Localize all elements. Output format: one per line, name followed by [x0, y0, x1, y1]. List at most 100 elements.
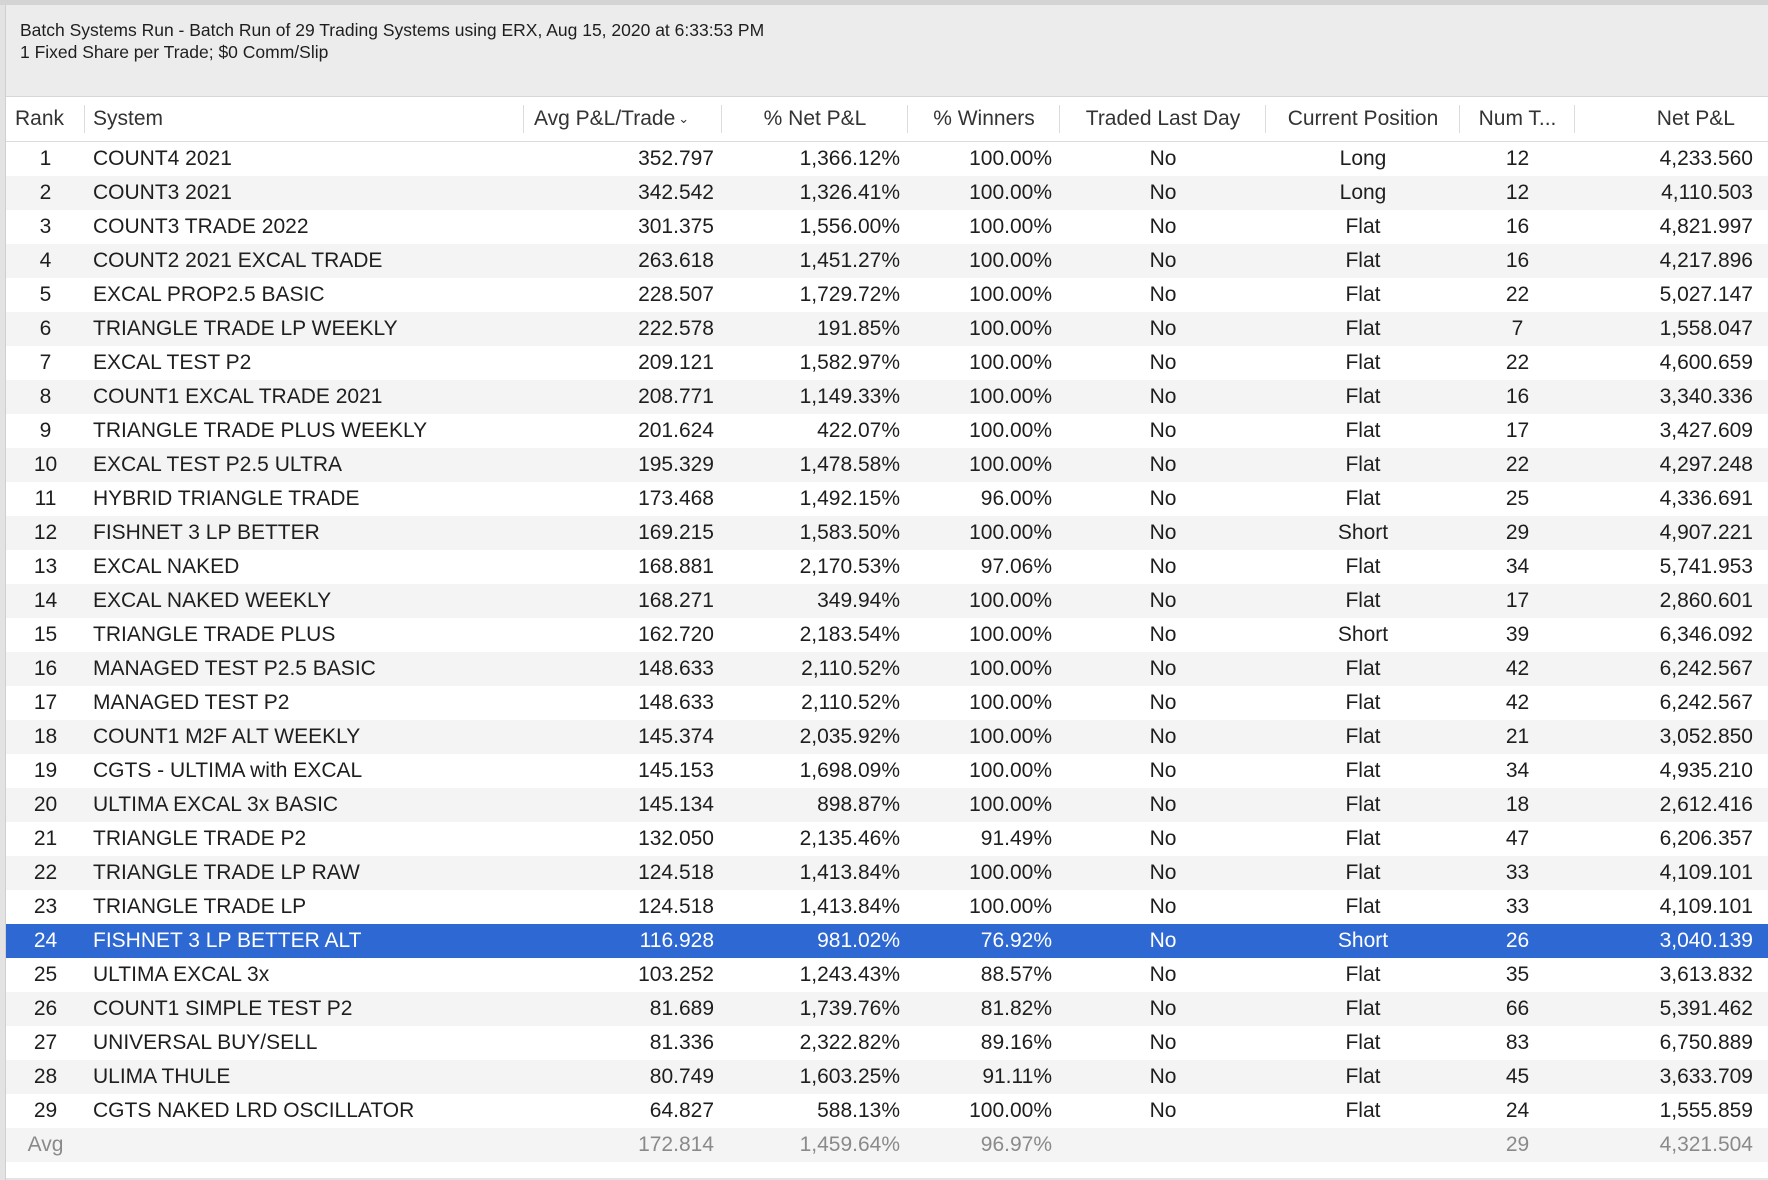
table-row[interactable]: 14 EXCAL NAKED WEEKLY 168.271 349.94% 100.00…: [6, 584, 1768, 618]
cell-current-position: Flat: [1345, 827, 1381, 850]
cell-net-pnl: 3,613.832: [1659, 963, 1753, 986]
table-row[interactable]: 26 COUNT1 SIMPLE TEST P2 81.689 1,739.76% 81…: [6, 992, 1768, 1026]
cell-num-trades: 35: [1505, 963, 1530, 986]
table-row[interactable]: 11 HYBRID TRIANGLE TRADE 173.468 1,492.15% 9…: [6, 482, 1768, 516]
column-header-pct-winners[interactable]: % Winners: [908, 97, 1060, 141]
cell-net-pnl: 4,217.896: [1659, 249, 1753, 272]
cell-pct-winners: 100.00%: [969, 691, 1052, 714]
table-row[interactable]: 8 COUNT1 EXCAL TRADE 2021 208.771 1,149.33%…: [6, 380, 1768, 414]
cell-traded-last-day: No: [1149, 623, 1177, 646]
cell-pct-net-pnl: 2,110.52%: [801, 657, 900, 680]
column-header-traded-last-day[interactable]: Traded Last Day: [1060, 97, 1266, 141]
table-row[interactable]: 3 COUNT3 TRADE 2022 301.375 1,556.00% 100.00…: [6, 210, 1768, 244]
cell-rank: 17: [33, 691, 58, 714]
cell-rank: 20: [33, 793, 58, 816]
cell-pct-net-pnl: 1,451.27%: [799, 249, 900, 272]
cell-current-position: Flat: [1345, 419, 1381, 442]
cell-rank: 27: [33, 1031, 58, 1054]
cell-avg-pnl-trade: 169.215: [638, 521, 714, 544]
table-row[interactable]: 17 MANAGED TEST P2 148.633 2,110.52% 100.00%…: [6, 686, 1768, 720]
cell-net-pnl: 3,040.139: [1659, 929, 1753, 952]
table-row[interactable]: 2 COUNT3 2021 342.542 1,326.41% 100.00% No Lon…: [6, 176, 1768, 210]
table-row[interactable]: 1 COUNT4 2021 352.797 1,366.12% 100.00% No Lon…: [6, 142, 1768, 176]
table-row[interactable]: 4 COUNT2 2021 EXCAL TRADE 263.618 1,451.27%…: [6, 244, 1768, 278]
column-header-net-pnl[interactable]: Net P&L: [1575, 97, 1761, 141]
table-row[interactable]: 29 CGTS NAKED LRD OSCILLATOR 64.827 588.13%…: [6, 1094, 1768, 1128]
table-row[interactable]: 5 EXCAL PROP2.5 BASIC 228.507 1,729.72% 100.…: [6, 278, 1768, 312]
cell-rank: 6: [39, 317, 52, 340]
table-row[interactable]: 20 ULTIMA EXCAL 3x BASIC 145.134 898.87% 100…: [6, 788, 1768, 822]
cell-rank: 29: [33, 1099, 58, 1122]
column-header-avg-pnl-trade[interactable]: Avg P&L/Trade ⌄: [524, 97, 722, 141]
cell-current-position: Flat: [1345, 487, 1381, 510]
table-row[interactable]: 21 TRIANGLE TRADE P2 132.050 2,135.46% 91.49…: [6, 822, 1768, 856]
cell-avg-pnl-trade: 162.720: [638, 623, 714, 646]
table-row[interactable]: 12 FISHNET 3 LP BETTER 169.215 1,583.50% 100…: [6, 516, 1768, 550]
cell-current-position: Short: [1337, 929, 1389, 952]
cell-pct-winners: 100.00%: [969, 283, 1052, 306]
cell-current-position: Short: [1337, 521, 1389, 544]
cell-rank: 21: [33, 827, 58, 850]
cell-avg-pnl-trade: 145.134: [638, 793, 714, 816]
column-header-label: Current Position: [1287, 107, 1439, 130]
table-row[interactable]: 6 TRIANGLE TRADE LP WEEKLY 222.578 191.85% 1…: [6, 312, 1768, 346]
cell-pct-net-pnl: 191.85%: [817, 317, 900, 340]
cell-pct-winners: 91.49%: [980, 827, 1052, 850]
cell-num-trades: 16: [1505, 215, 1530, 238]
table-row[interactable]: 22 TRIANGLE TRADE LP RAW 124.518 1,413.84% 1…: [6, 856, 1768, 890]
cell-system: FISHNET 3 LP BETTER ALT: [93, 929, 362, 952]
table-row[interactable]: 19 CGTS - ULTIMA with EXCAL 145.153 1,698.0…: [6, 754, 1768, 788]
table-row[interactable]: 7 EXCAL TEST P2 209.121 1,582.97% 100.00% No F…: [6, 346, 1768, 380]
column-header-pct-net-pnl[interactable]: % Net P&L: [722, 97, 908, 141]
cell-num-trades: 18: [1505, 793, 1530, 816]
cell-traded-last-day: No: [1149, 555, 1177, 578]
cell-pct-winners: 100.00%: [969, 725, 1052, 748]
cell-net-pnl: 4,600.659: [1659, 351, 1753, 374]
table-row[interactable]: 13 EXCAL NAKED 168.881 2,170.53% 97.06% No Fla…: [6, 550, 1768, 584]
cell-num-trades: 42: [1505, 657, 1530, 680]
cell-traded-last-day: No: [1149, 861, 1177, 884]
column-header-num-trades[interactable]: Num T...: [1460, 97, 1575, 141]
table-row[interactable]: 10 EXCAL TEST P2.5 ULTRA 195.329 1,478.58% 1…: [6, 448, 1768, 482]
cell-pct-winners: 100.00%: [969, 1099, 1052, 1122]
cell-traded-last-day: No: [1149, 283, 1177, 306]
table-row[interactable]: 9 TRIANGLE TRADE PLUS WEEKLY 201.624 422.07…: [6, 414, 1768, 448]
cell-avg-pnl-trade: 148.633: [638, 691, 714, 714]
cell-traded-last-day: No: [1149, 793, 1177, 816]
cell-traded-last-day: No: [1149, 453, 1177, 476]
column-header-rank[interactable]: Rank: [6, 97, 85, 141]
cell-pct-net-pnl: 898.87%: [817, 793, 900, 816]
column-header-system[interactable]: System: [85, 97, 524, 141]
cell-current-position: Short: [1337, 623, 1389, 646]
cell-avg-pnl-trade: 263.618: [638, 249, 714, 272]
cell-rank: 9: [39, 419, 52, 442]
cell-current-position: Flat: [1345, 793, 1381, 816]
cell-num-trades: 47: [1505, 827, 1530, 850]
cell-traded-last-day: No: [1149, 895, 1177, 918]
cell-pct-winners: 100.00%: [969, 351, 1052, 374]
table-row[interactable]: 15 TRIANGLE TRADE PLUS 162.720 2,183.54% 100…: [6, 618, 1768, 652]
cell-net-pnl: 5,391.462: [1659, 997, 1753, 1020]
table-row[interactable]: 23 TRIANGLE TRADE LP 124.518 1,413.84% 100.0…: [6, 890, 1768, 924]
average-row[interactable]: Avg 172.814 1,459.64% 96.97% 29 4,321.504: [6, 1128, 1768, 1162]
cell-current-position: Flat: [1345, 997, 1381, 1020]
table-row[interactable]: 27 UNIVERSAL BUY/SELL 81.336 2,322.82% 89.16…: [6, 1026, 1768, 1060]
column-header-label: % Net P&L: [763, 107, 867, 130]
table-row[interactable]: 18 COUNT1 M2F ALT WEEKLY 145.374 2,035.92% 1…: [6, 720, 1768, 754]
table-row[interactable]: 25 ULTIMA EXCAL 3x 103.252 1,243.43% 88.57% N…: [6, 958, 1768, 992]
table-row[interactable]: 28 ULIMA THULE 80.749 1,603.25% 91.11% No Flat…: [6, 1060, 1768, 1094]
table-row[interactable]: 16 MANAGED TEST P2.5 BASIC 148.633 2,110.52…: [6, 652, 1768, 686]
column-header-current-position[interactable]: Current Position: [1266, 97, 1460, 141]
cell-rank: 12: [33, 521, 58, 544]
cell-num-trades: 16: [1505, 249, 1530, 272]
cell-traded-last-day: No: [1149, 385, 1177, 408]
cell-avg-pnl-trade: 228.507: [638, 283, 714, 306]
cell-num-trades: 22: [1505, 351, 1530, 374]
cell-num-trades: 22: [1505, 283, 1530, 306]
cell-rank: 22: [33, 861, 58, 884]
cell-rank: 10: [33, 453, 58, 476]
cell-net-pnl: 3,052.850: [1659, 725, 1753, 748]
cell-num-trades: 24: [1505, 1099, 1530, 1122]
cell-pct-winners: 91.11%: [982, 1065, 1052, 1088]
table-row[interactable]: 24 FISHNET 3 LP BETTER ALT 116.928 981.02% 7…: [6, 924, 1768, 958]
